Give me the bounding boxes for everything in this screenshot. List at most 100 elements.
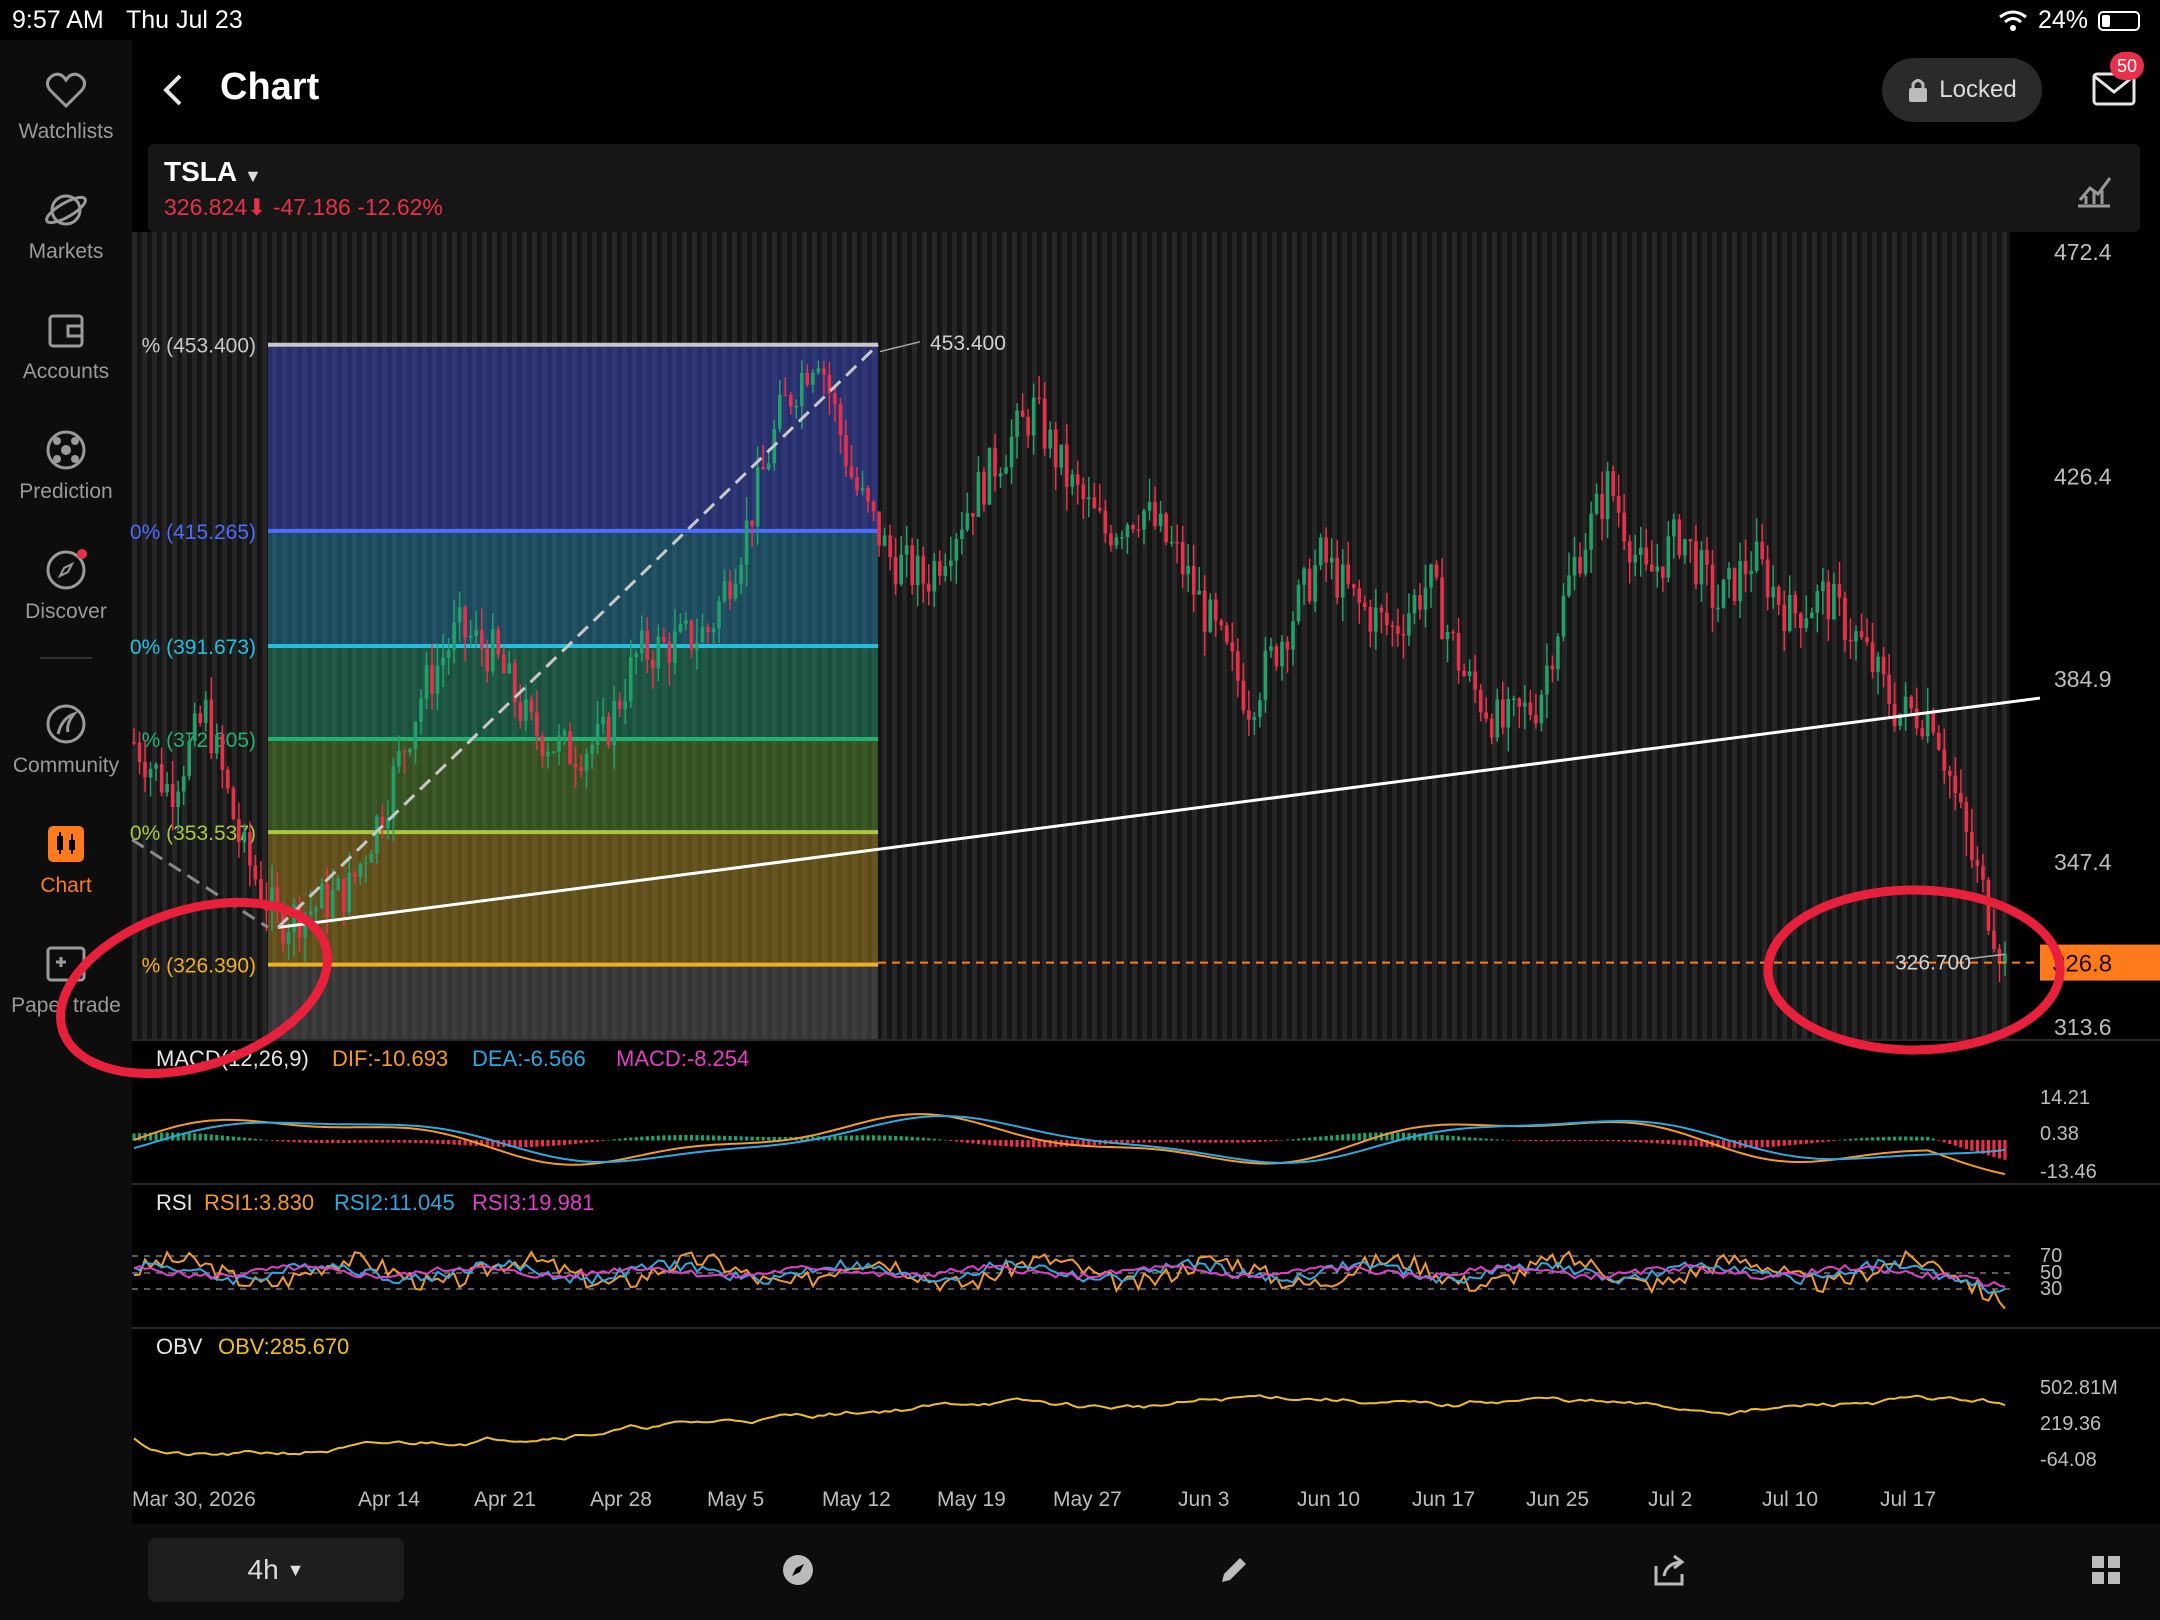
candle-body[interactable] [667, 641, 672, 664]
candle-body[interactable] [1931, 711, 1936, 733]
candle-body[interactable] [391, 766, 396, 819]
candle-body[interactable] [904, 545, 909, 555]
candle-body[interactable] [1798, 613, 1803, 629]
candle-body[interactable] [1357, 588, 1362, 603]
candle-body[interactable] [584, 753, 589, 771]
candle-body[interactable] [137, 742, 142, 762]
candle-body[interactable] [341, 878, 346, 913]
candle-body[interactable] [993, 447, 997, 477]
candle-body[interactable] [1004, 467, 1008, 474]
candle-body[interactable] [435, 665, 440, 694]
candle-body[interactable] [766, 463, 771, 470]
candle-body[interactable] [1269, 646, 1273, 651]
candle-body[interactable] [1666, 536, 1671, 578]
candle-body[interactable] [325, 884, 329, 918]
candle-body[interactable] [479, 629, 484, 649]
candle-body[interactable] [154, 764, 158, 769]
candle-body[interactable] [1423, 587, 1428, 610]
candle-body[interactable] [1892, 704, 1897, 726]
candle-body[interactable] [1523, 702, 1527, 707]
candle-body[interactable] [728, 581, 732, 599]
candle-body[interactable] [1865, 637, 1869, 643]
candle-body[interactable] [1765, 559, 1770, 598]
candle-body[interactable] [485, 648, 490, 672]
candle-body[interactable] [551, 751, 556, 754]
candle-body[interactable] [1854, 631, 1858, 642]
candle-body[interactable] [678, 623, 683, 632]
candle-body[interactable] [1335, 557, 1339, 598]
candle-body[interactable] [524, 699, 528, 722]
candle-body[interactable] [844, 435, 848, 467]
candle-body[interactable] [352, 872, 357, 877]
candle-body[interactable] [1302, 568, 1306, 585]
candle-body[interactable] [1009, 436, 1014, 468]
candle-body[interactable] [1832, 584, 1836, 620]
candle-body[interactable] [457, 607, 462, 623]
candle-body[interactable] [1948, 770, 1952, 776]
candle-body[interactable] [1649, 564, 1654, 572]
candle-body[interactable] [237, 819, 241, 842]
candle-body[interactable] [452, 622, 456, 651]
candle-body[interactable] [673, 631, 677, 664]
candle-body[interactable] [1716, 607, 1720, 610]
candle-body[interactable] [706, 627, 710, 633]
candle-body[interactable] [1169, 541, 1174, 544]
candle-body[interactable] [557, 735, 561, 752]
locked-button[interactable]: Locked [1882, 58, 2042, 122]
share-icon[interactable] [1652, 1552, 1688, 1588]
candle-body[interactable] [1611, 471, 1615, 496]
candle-body[interactable] [1467, 671, 1472, 676]
candle-body[interactable] [1451, 631, 1455, 634]
candle-body[interactable] [1158, 513, 1163, 527]
candle-body[interactable] [1230, 642, 1235, 652]
candle-body[interactable] [1914, 708, 1919, 729]
candle-body[interactable] [662, 636, 666, 642]
candle-body[interactable] [949, 560, 953, 567]
candle-body[interactable] [474, 629, 478, 636]
candle-body[interactable] [1953, 775, 1958, 793]
candle-body[interactable] [1125, 525, 1130, 538]
candle-body[interactable] [1970, 831, 1974, 860]
candle-body[interactable] [1754, 541, 1759, 571]
candle-body[interactable] [242, 832, 247, 842]
indicator-icon[interactable] [2074, 170, 2114, 210]
candle-body[interactable] [375, 816, 379, 854]
candle-body[interactable] [1672, 519, 1676, 537]
candle-body[interactable] [1020, 410, 1025, 417]
candle-body[interactable] [1263, 650, 1268, 701]
candle-body[interactable] [562, 731, 567, 736]
candle-body[interactable] [1313, 565, 1317, 602]
candle-body[interactable] [1638, 547, 1643, 555]
candle-body[interactable] [1191, 566, 1196, 595]
candle-body[interactable] [1804, 618, 1809, 629]
candle-body[interactable] [468, 635, 473, 638]
candle-body[interactable] [739, 564, 743, 584]
candle-body[interactable] [1942, 749, 1947, 771]
candle-body[interactable] [794, 405, 799, 408]
candle-body[interactable] [1109, 533, 1113, 546]
candle-body[interactable] [286, 932, 291, 944]
candle-body[interactable] [1429, 564, 1433, 588]
candle-body[interactable] [788, 394, 793, 407]
candle-body[interactable] [888, 535, 892, 558]
candle-body[interactable] [1975, 859, 1980, 866]
candle-body[interactable] [568, 731, 572, 765]
candle-body[interactable] [1964, 802, 1969, 832]
candle-body[interactable] [838, 403, 843, 436]
candle-body[interactable] [1445, 631, 1450, 640]
candle-body[interactable] [1556, 636, 1560, 670]
candle-body[interactable] [170, 783, 175, 807]
candle-body[interactable] [1202, 590, 1207, 632]
candle-body[interactable] [623, 701, 628, 710]
candle-body[interactable] [132, 741, 136, 744]
candle-body[interactable] [1627, 541, 1632, 563]
candle-body[interactable] [1362, 602, 1367, 607]
candle-body[interactable] [1489, 718, 1494, 738]
candle-body[interactable] [1881, 656, 1886, 675]
candle-body[interactable] [1401, 633, 1406, 636]
back-icon[interactable] [154, 70, 194, 110]
candle-body[interactable] [777, 394, 782, 429]
candle-body[interactable] [1070, 474, 1075, 487]
candle-body[interactable] [1015, 410, 1019, 437]
candle-body[interactable] [1959, 792, 1963, 803]
